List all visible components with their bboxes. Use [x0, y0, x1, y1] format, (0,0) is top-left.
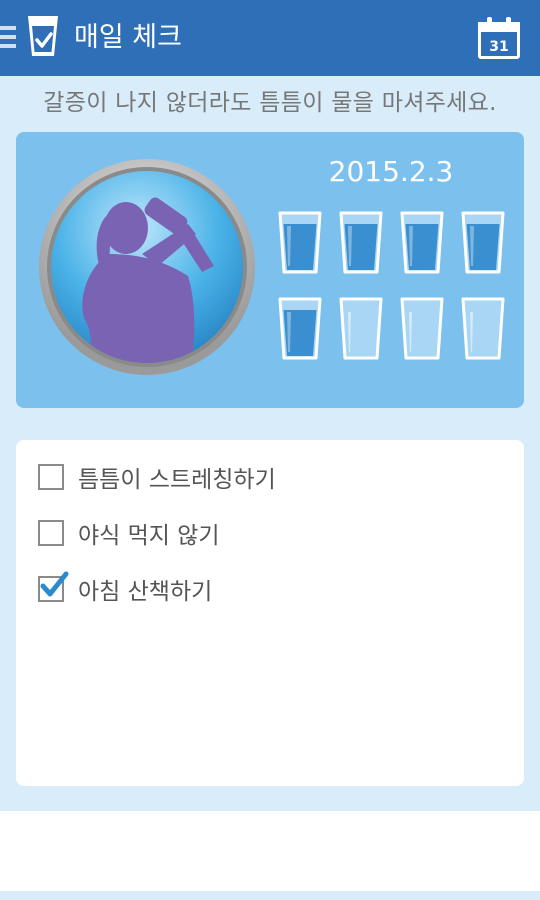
water-glass-full-icon[interactable]	[278, 296, 322, 360]
checklist-item-label: 아침 산책하기	[78, 579, 213, 605]
checkmark-icon	[40, 571, 69, 597]
checklist-item[interactable]: 야식 먹지 않기	[38, 513, 220, 553]
checkbox-checked[interactable]	[38, 571, 69, 602]
checklist-item-label: 틈틈이 스트레칭하기	[78, 467, 276, 493]
page-title: 매일 체크	[74, 22, 182, 53]
checklist-item[interactable]: 틈틈이 스트레칭하기	[38, 457, 276, 497]
daily-checklist-card: 틈틈이 스트레칭하기야식 먹지 않기아침 산책하기	[16, 440, 524, 786]
bottom-bar	[0, 811, 540, 891]
hint-text: 갈증이 나지 않더라도 틈틈이 물을 마셔주세요.	[43, 90, 497, 116]
checklist-item[interactable]: 아침 산책하기	[38, 569, 212, 609]
water-glass-check-icon	[28, 16, 58, 56]
water-glass-empty-icon[interactable]	[400, 296, 444, 360]
water-glass-empty-icon[interactable]	[339, 296, 383, 360]
water-glass-full-icon[interactable]	[278, 210, 322, 274]
water-glass-full-icon[interactable]	[461, 210, 505, 274]
checkbox[interactable]	[38, 520, 64, 546]
checkbox[interactable]	[38, 464, 64, 490]
checklist-item-label: 야식 먹지 않기	[78, 523, 220, 549]
water-glass-full-icon[interactable]	[339, 210, 383, 274]
menu-icon[interactable]	[0, 26, 16, 52]
drinking-woman-icon	[39, 159, 255, 375]
app-bar: 매일 체크 31	[0, 0, 540, 76]
water-glass-full-icon[interactable]	[400, 210, 444, 274]
water-tracker-card: 2015.2.3	[16, 132, 524, 408]
calendar-button[interactable]: 31	[475, 14, 523, 62]
water-glass-grid	[278, 210, 518, 360]
calendar-icon: 31	[478, 17, 520, 59]
calendar-day: 31	[489, 39, 508, 55]
water-glass-empty-icon[interactable]	[461, 296, 505, 360]
tracker-date: 2015.2.3	[328, 155, 454, 188]
